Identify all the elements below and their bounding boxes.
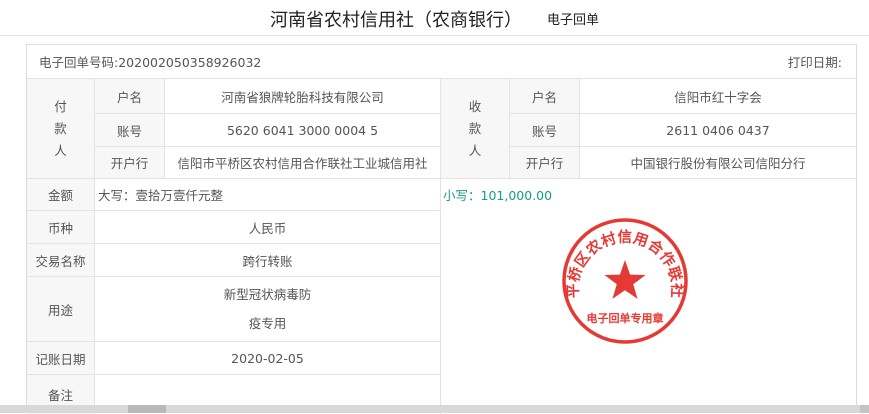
currency-label: 币种 (27, 211, 94, 243)
booking-date-value: 2020-02-05 (231, 350, 304, 366)
stamp-bottom-text: 电子回单专用章 (587, 311, 664, 325)
document-type-title: 电子回单 (547, 13, 600, 28)
payer-section-label: 付 款 人 (27, 79, 94, 178)
payer-account: 5620 6041 3000 0004 5 (226, 122, 379, 138)
payee-account-label: 账号 (510, 114, 579, 146)
header-divider (0, 35, 869, 36)
print-date-label: 打印日期: (787, 55, 842, 70)
payee-account: 2611 0406 0437 (666, 122, 770, 138)
purpose-label: 用途 (27, 277, 94, 341)
amount-numeric: 小写：101,000.00 (443, 188, 553, 203)
payer-name-label: 户名 (95, 79, 164, 113)
transaction-label: 交易名称 (27, 244, 94, 276)
official-seal-stamp: 平桥区农村信用合作联社 电子回单专用章 (562, 218, 688, 344)
receipt-number: 电子回单号码:202002050358926032 (39, 55, 262, 70)
booking-date-label: 记账日期 (27, 342, 94, 374)
payee-name-label: 户名 (510, 79, 579, 113)
payee-bank: 中国银行股份有限公司信阳分行 (630, 156, 806, 171)
star-icon (604, 260, 646, 299)
payer-name: 河南省狼牌轮胎科技有限公司 (221, 89, 384, 105)
receipt-form: 电子回单号码:202002050358926032 打印日期: 付 款 人 户名… (26, 44, 857, 414)
page-header: 河南省农村信用社（农商银行） 电子回单 (0, 0, 869, 36)
payer-bank: 信阳市平桥区农村信用合作联社工业城信用社 (177, 156, 428, 171)
payer-bank-label: 开户行 (95, 147, 164, 178)
payer-account-label: 账号 (95, 114, 164, 146)
amount-uppercase: 大写：壹拾万壹仟元整 (98, 188, 224, 203)
amount-label: 金额 (27, 179, 94, 210)
payee-bank-label: 开户行 (510, 147, 579, 178)
scrollbar-thumb[interactable] (128, 405, 166, 413)
purpose-value: 新型冠状病毒防 疫专用 (223, 287, 312, 331)
bank-title: 河南省农村信用社（农商银行） (270, 10, 522, 31)
payee-section-label: 收 款 人 (441, 79, 509, 178)
payee-name: 信阳市红十字会 (674, 89, 762, 105)
currency-value: 人民币 (248, 220, 287, 236)
scrollbar-end[interactable] (860, 405, 869, 413)
transaction-value: 跨行转账 (242, 253, 293, 269)
